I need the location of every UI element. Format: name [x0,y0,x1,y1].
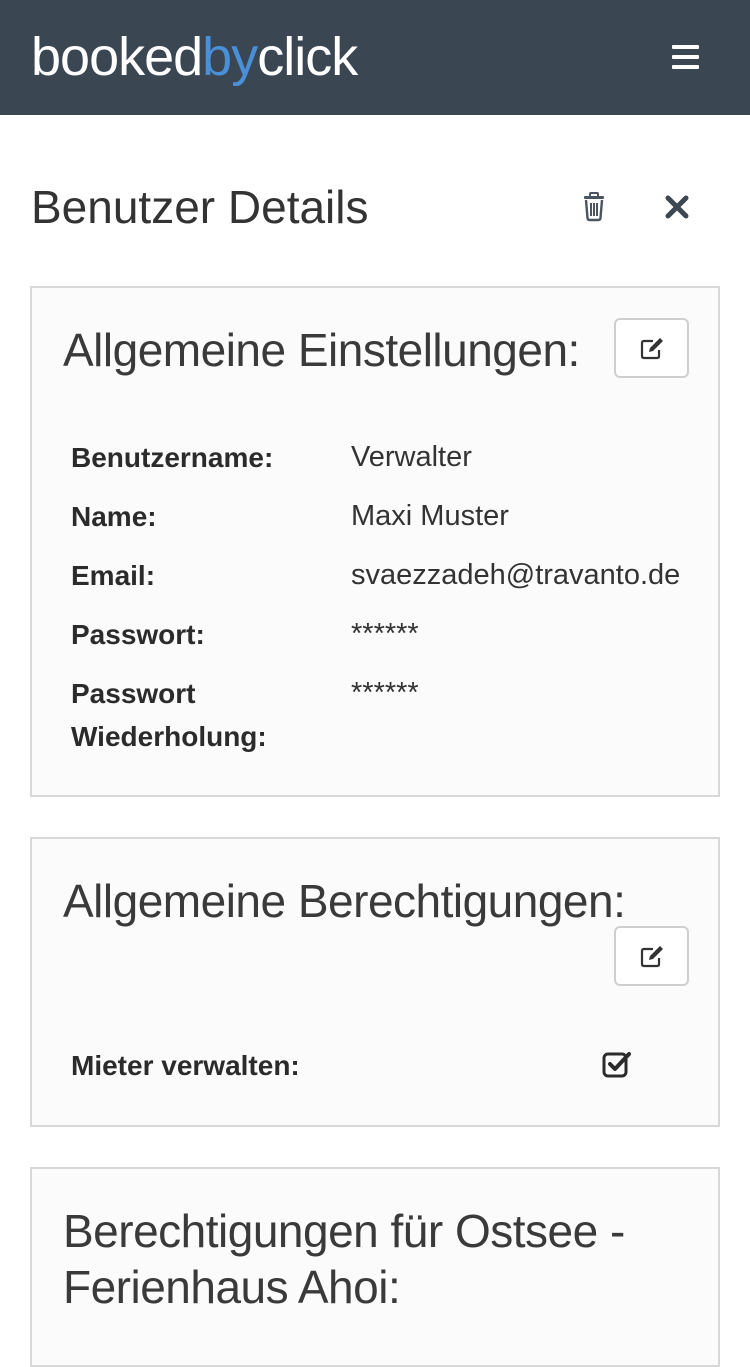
manage-tenants-checkbox[interactable] [602,1049,632,1079]
username-value: Verwalter [351,441,472,473]
top-navbar: bookedbyclick [0,0,750,115]
page-title: Benutzer Details [31,181,369,233]
edit-general-settings-button[interactable] [614,318,689,378]
email-value: svaezzadeh@travanto.de [351,559,681,591]
password-label: Passwort: [71,619,205,650]
general-settings-panel: Allgemeine Einstellungen: Benutzername: … [30,286,720,797]
general-settings-title: Allgemeine Einstellungen: [63,324,580,376]
hamburger-menu-icon[interactable] [660,36,710,78]
name-value: Maxi Muster [351,500,509,532]
edit-icon [640,338,663,360]
brand-logo[interactable]: bookedbyclick [31,22,358,92]
logo-text-click: click [257,27,358,87]
logo-text-booked: booked [31,27,203,87]
username-label: Benutzername: [71,442,274,473]
manage-tenants-label: Mieter verwalten: [71,1050,300,1081]
property-permissions-panel: Berechtigungen für Ostsee - Ferienhaus A… [30,1167,720,1367]
checkbox-checked-icon [602,1052,631,1078]
password-repeat-label: Passwort Wiederholung: [71,678,267,752]
delete-button[interactable] [574,187,614,227]
property-permissions-title: Berechtigungen für Ostsee - Ferienhaus A… [63,1205,625,1313]
general-permissions-panel: Allgemeine Berechtigungen: Mieter verwal… [30,837,720,1127]
email-label: Email: [71,560,156,591]
password-value: ****** [351,618,419,650]
edit-icon [640,946,663,968]
close-button[interactable] [657,187,697,227]
general-permissions-title: Allgemeine Berechtigungen: [63,875,626,927]
name-label: Name: [71,501,157,532]
edit-general-permissions-button[interactable] [614,926,689,986]
logo-text-by: by [202,27,258,87]
trash-icon [584,192,604,222]
password-repeat-value: ****** [351,677,419,709]
close-icon [665,195,689,219]
